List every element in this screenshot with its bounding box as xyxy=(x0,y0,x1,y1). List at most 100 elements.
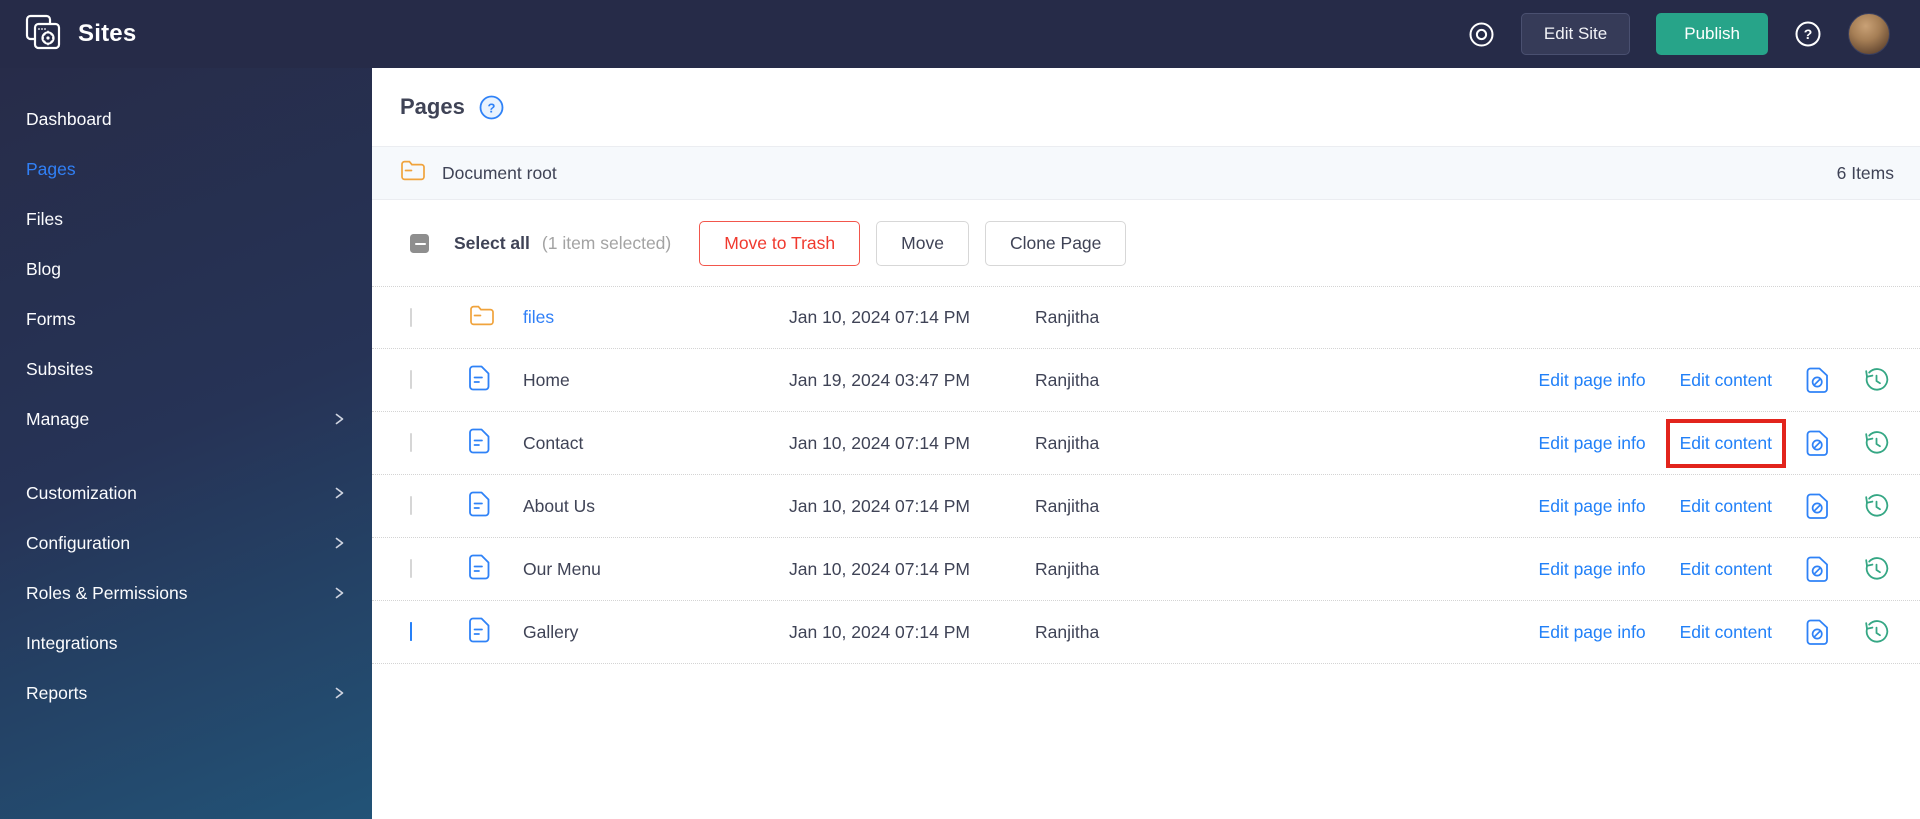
sidebar-item-manage[interactable]: Manage xyxy=(0,394,372,444)
page-name[interactable]: Our Menu xyxy=(523,559,789,580)
sidebar-item-label: Integrations xyxy=(26,632,118,653)
main-content: Pages ? Document root 6 Items Select all xyxy=(372,68,1920,819)
move-to-trash-button[interactable]: Move to Trash xyxy=(699,220,861,266)
sidebar-item-configuration[interactable]: Configuration xyxy=(0,518,372,568)
modified-date: Jan 10, 2024 07:14 PM xyxy=(789,621,970,642)
clone-page-button[interactable]: Clone Page xyxy=(984,220,1127,266)
owner-name: Ranjitha xyxy=(1035,432,1100,453)
sidebar-item-label: Reports xyxy=(26,682,88,703)
row-checkbox[interactable] xyxy=(410,433,412,452)
edit-page-info-link[interactable]: Edit page info xyxy=(1539,496,1646,517)
page-title-bar: Pages ? xyxy=(372,68,1920,146)
row-checkbox[interactable] xyxy=(410,307,412,327)
folder-icon xyxy=(469,304,495,332)
chevron-right-icon xyxy=(333,686,346,700)
modified-date: Jan 10, 2024 07:14 PM xyxy=(789,558,970,579)
page-unpublish-icon[interactable] xyxy=(1806,430,1829,457)
version-history-icon[interactable] xyxy=(1863,556,1890,583)
sidebar-item-dashboard[interactable]: Dashboard xyxy=(0,94,372,144)
app-title: Sites xyxy=(78,20,137,47)
pages-table: files Jan 10, 2024 07:14 PM Ranjitha Hom… xyxy=(372,286,1920,664)
top-header: Sites Edit Site Publish ? xyxy=(0,0,1920,68)
table-row: files Jan 10, 2024 07:14 PM Ranjitha xyxy=(372,286,1920,349)
help-circle-icon[interactable]: ? xyxy=(479,95,504,120)
row-checkbox[interactable] xyxy=(410,496,412,515)
sidebar-item-label: Dashboard xyxy=(26,108,112,129)
page-unpublish-icon[interactable] xyxy=(1806,556,1829,583)
modified-date: Jan 10, 2024 07:14 PM xyxy=(789,495,970,516)
owner-name: Ranjitha xyxy=(1035,495,1100,516)
version-history-icon[interactable] xyxy=(1863,430,1890,457)
preview-icon[interactable] xyxy=(1468,21,1495,48)
page-name[interactable]: Gallery xyxy=(523,622,789,643)
page-title: Pages xyxy=(400,94,465,119)
chevron-right-icon xyxy=(333,536,346,550)
user-avatar[interactable] xyxy=(1848,13,1890,55)
page-icon xyxy=(469,554,490,585)
row-checkbox[interactable] xyxy=(410,622,412,641)
edit-page-info-link[interactable]: Edit page info xyxy=(1539,559,1646,580)
sidebar-item-label: Files xyxy=(26,208,63,229)
edit-page-info-link[interactable]: Edit page info xyxy=(1539,370,1646,391)
svg-text:?: ? xyxy=(487,100,495,115)
edit-content-link[interactable]: Edit content xyxy=(1680,370,1772,391)
table-row: Gallery Jan 10, 2024 07:14 PM Ranjitha E… xyxy=(372,601,1920,664)
move-button[interactable]: Move xyxy=(876,220,969,266)
row-actions: Edit page info Edit content xyxy=(1539,367,1890,394)
sidebar-item-customization[interactable]: Customization xyxy=(0,468,372,518)
row-actions: Edit page info Edit content xyxy=(1539,556,1890,583)
page-unpublish-icon[interactable] xyxy=(1806,619,1829,646)
folder-open-icon xyxy=(400,159,426,187)
sidebar-item-label: Manage xyxy=(26,408,90,429)
row-checkbox[interactable] xyxy=(410,370,412,389)
brand: Sites xyxy=(24,13,136,56)
select-all-label[interactable]: Select all xyxy=(454,233,530,254)
edit-page-info-link[interactable]: Edit page info xyxy=(1539,433,1646,454)
sites-logo-icon xyxy=(24,13,62,56)
row-checkbox[interactable] xyxy=(410,559,412,578)
sidebar-item-label: Subsites xyxy=(26,358,94,379)
sidebar-item-forms[interactable]: Forms xyxy=(0,294,372,344)
sidebar-item-label: Blog xyxy=(26,258,62,279)
page-unpublish-icon[interactable] xyxy=(1806,367,1829,394)
sidebar-item-reports[interactable]: Reports xyxy=(0,668,372,718)
edit-content-link[interactable]: Edit content xyxy=(1665,418,1787,468)
edit-site-button[interactable]: Edit Site xyxy=(1520,13,1631,55)
modified-date: Jan 10, 2024 07:14 PM xyxy=(789,307,970,327)
selection-status: (1 item selected) xyxy=(541,232,672,253)
page-unpublish-icon[interactable] xyxy=(1806,493,1829,520)
table-row: Our Menu Jan 10, 2024 07:14 PM Ranjitha … xyxy=(372,538,1920,601)
sidebar-item-label: Customization xyxy=(26,482,137,503)
page-icon xyxy=(469,365,490,396)
page-icon xyxy=(469,428,490,459)
edit-content-link[interactable]: Edit content xyxy=(1680,559,1772,580)
page-name[interactable]: Contact xyxy=(523,433,789,454)
version-history-icon[interactable] xyxy=(1863,367,1890,394)
edit-page-info-link[interactable]: Edit page info xyxy=(1539,622,1646,643)
edit-content-link[interactable]: Edit content xyxy=(1680,496,1772,517)
sidebar-item-pages[interactable]: Pages xyxy=(0,144,372,194)
sidebar-item-files[interactable]: Files xyxy=(0,194,372,244)
sidebar-item-label: Forms xyxy=(26,308,76,329)
version-history-icon[interactable] xyxy=(1863,619,1890,646)
table-row: Home Jan 19, 2024 03:47 PM Ranjitha Edit… xyxy=(372,349,1920,412)
sidebar-item-subsites[interactable]: Subsites xyxy=(0,344,372,394)
sidebar-item-blog[interactable]: Blog xyxy=(0,244,372,294)
document-root-bar[interactable]: Document root 6 Items xyxy=(372,146,1920,200)
version-history-icon[interactable] xyxy=(1863,493,1890,520)
help-icon[interactable]: ? xyxy=(1794,20,1822,48)
sidebar-item-roles-permissions[interactable]: Roles & Permissions xyxy=(0,568,372,618)
modified-date: Jan 10, 2024 07:14 PM xyxy=(789,432,970,453)
edit-content-link[interactable]: Edit content xyxy=(1680,622,1772,643)
page-name[interactable]: files xyxy=(523,307,789,328)
publish-button[interactable]: Publish xyxy=(1656,13,1768,55)
sidebar-item-integrations[interactable]: Integrations xyxy=(0,618,372,668)
bulk-actions-toolbar: Select all (1 item selected) Move to Tra… xyxy=(372,200,1920,286)
owner-name: Ranjitha xyxy=(1035,307,1100,327)
sidebar-item-label: Roles & Permissions xyxy=(26,582,188,603)
select-all-checkbox[interactable] xyxy=(410,233,429,253)
page-name[interactable]: Home xyxy=(523,370,789,391)
page-icon xyxy=(469,617,490,648)
page-name[interactable]: About Us xyxy=(523,496,789,517)
items-count: 6 Items xyxy=(1836,162,1894,183)
